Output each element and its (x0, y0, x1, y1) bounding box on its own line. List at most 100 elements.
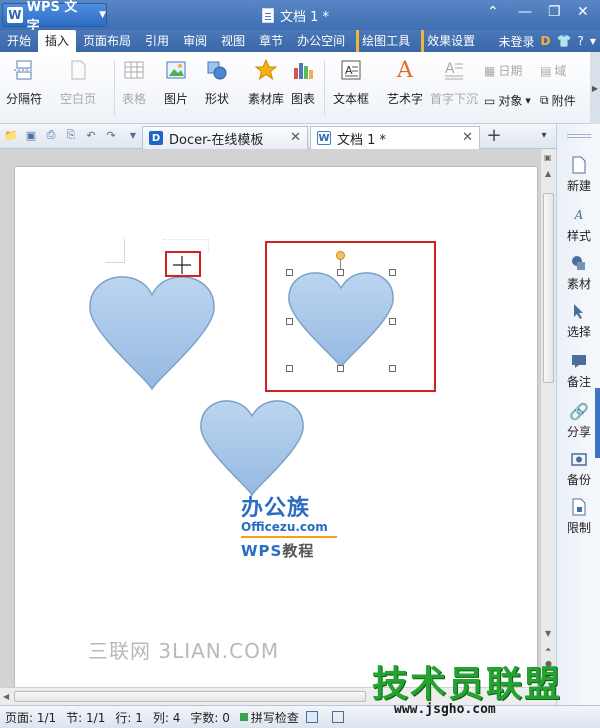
date-button[interactable]: ▦ 日期 (484, 62, 522, 79)
sidebar-item-styles[interactable]: A 样式 (557, 206, 600, 244)
picture-icon (164, 58, 188, 82)
sidebar-item-materials[interactable]: 素材 (557, 254, 600, 292)
print-icon[interactable]: ⎙ (44, 128, 58, 142)
resize-handle-ne[interactable] (389, 269, 396, 276)
sidebar-collapse-tab[interactable] (595, 388, 600, 458)
chevron-down-icon[interactable]: ▼ (590, 37, 596, 46)
menu-page-layout[interactable]: 页面布局 (76, 30, 138, 52)
attachment-button[interactable]: ⧉ 附件 (540, 92, 576, 109)
object-button[interactable]: ▭ 对象 ▼ (484, 92, 531, 109)
svg-text:A: A (345, 64, 353, 77)
print-preview-icon[interactable]: ⎘ (64, 128, 78, 142)
vertical-scroll-thumb[interactable] (543, 193, 554, 383)
blank-page-button[interactable]: 空白页 (60, 58, 96, 107)
calendar-icon: ▦ (484, 63, 496, 78)
sidebar-item-restrict[interactable]: 限制 (557, 498, 600, 536)
resize-handle-sw[interactable] (286, 365, 293, 372)
tab-document-1[interactable]: W 文档 1 * ✕ (310, 126, 480, 149)
login-link[interactable]: 未登录 (499, 33, 535, 50)
heart-shape-1[interactable] (87, 275, 217, 391)
resize-handle-nw[interactable] (286, 269, 293, 276)
restore-button[interactable]: ❐ (548, 4, 561, 20)
menu-review[interactable]: 审阅 (176, 30, 214, 52)
resize-handle-w[interactable] (286, 318, 293, 325)
field-button[interactable]: ▤ 域 (540, 62, 566, 79)
collapse-ribbon-button[interactable]: ⌃ (487, 4, 499, 20)
scroll-down-icon[interactable]: ▼ (545, 629, 551, 638)
material-library-button[interactable]: 素材库 (248, 58, 284, 107)
menu-insert[interactable]: 插入 (38, 30, 77, 52)
shirt-icon[interactable]: 👕 (557, 34, 572, 48)
scroll-up-icon[interactable]: ▲ (545, 169, 551, 178)
page-nav-icon[interactable]: ▣ (544, 153, 552, 162)
ribbon-scroll-right-button[interactable]: ▶ (590, 52, 600, 124)
table-button[interactable]: 表格 (122, 58, 146, 107)
shape-button[interactable]: 形状 (205, 58, 229, 107)
tab-list-icon[interactable]: ▾ (537, 128, 551, 142)
sidebar-grip[interactable] (567, 134, 591, 135)
officezu-watermark: 办公族 Officezu.com WPS教程 (241, 490, 337, 561)
new-tab-icon[interactable]: + (486, 125, 501, 146)
close-icon[interactable]: ✕ (290, 130, 301, 145)
menu-references[interactable]: 引用 (138, 30, 176, 52)
word-art-button[interactable]: A 艺术字 (387, 58, 423, 107)
help-icon[interactable]: ? (577, 34, 583, 48)
document-tab-bar: 📁 ▣ ⎙ ⎘ ↶ ↷ ▼ D Docer-在线模板 ✕ W 文档 1 * ✕ … (0, 124, 556, 149)
sidebar-item-backup[interactable]: 备份 (557, 450, 600, 488)
sidebar-label: 分享 (566, 425, 591, 439)
text-box-button[interactable]: A 文本框 (333, 58, 369, 107)
open-folder-icon[interactable]: 📁 (4, 128, 18, 142)
minimize-button[interactable]: — (518, 4, 532, 20)
redo-icon[interactable]: ↷ (104, 128, 118, 142)
document-page[interactable] (15, 167, 537, 687)
menu-home[interactable]: 开始 (0, 30, 38, 52)
status-page[interactable]: 页面: 1/1 (0, 709, 61, 726)
sidebar-item-select[interactable]: 选择 (557, 302, 600, 340)
table-icon (122, 58, 146, 82)
previous-page-icon[interactable]: ⏶ (545, 645, 551, 655)
sidebar-item-notes[interactable]: 备注 (557, 352, 600, 390)
sidebar-label: 备份 (566, 473, 591, 487)
heart-shape-selected[interactable] (287, 271, 395, 369)
document-title: 文档 1 * (280, 10, 330, 25)
vertical-scrollbar[interactable]: ▣ ▲ ▼ ⏶ ● ⏷ (540, 149, 556, 687)
resize-handle-n[interactable] (337, 269, 344, 276)
page-break-button[interactable]: 分隔符 (6, 58, 42, 107)
field-label: 域 (554, 64, 567, 78)
resize-handle-e[interactable] (389, 318, 396, 325)
close-icon[interactable]: ✕ (462, 130, 473, 145)
app-menu-button[interactable]: W WPS 文字 ▼ (2, 0, 107, 34)
sidebar-item-new[interactable]: 新建 (557, 156, 600, 194)
resize-handle-se[interactable] (389, 365, 396, 372)
sidebar-label: 备注 (566, 375, 591, 389)
status-word-count[interactable]: 字数: 0 (185, 709, 235, 726)
outline-view-icon[interactable] (332, 711, 344, 723)
resize-handle-s[interactable] (337, 365, 344, 372)
sidebar-label: 新建 (566, 179, 591, 193)
wps-tutorial-label: WPS教程 (241, 540, 337, 561)
save-icon[interactable]: ▣ (24, 128, 38, 142)
rotation-handle[interactable] (336, 251, 345, 260)
chevron-down-icon[interactable]: ▼ (126, 128, 140, 142)
menu-office-space[interactable]: 办公空间 (290, 30, 352, 52)
document-icon (262, 8, 274, 23)
menu-view[interactable]: 视图 (214, 30, 252, 52)
spell-check-label: 拼写检查 (250, 710, 299, 725)
sidebar-item-share[interactable]: 🔗 分享 (557, 402, 600, 440)
spell-check-toggle[interactable]: 拼写检查 (235, 709, 304, 726)
menu-drawing-tools[interactable]: 绘图工具 (356, 30, 417, 52)
undo-icon[interactable]: ↶ (84, 128, 98, 142)
skin-icon[interactable]: D (541, 34, 551, 48)
scroll-left-icon[interactable]: ◀ (3, 692, 9, 701)
menu-effect-settings[interactable]: 效果设置 (421, 30, 482, 52)
drop-cap-button[interactable]: A 首字下沉 (430, 58, 478, 107)
picture-button[interactable]: 图片 (164, 58, 188, 107)
table-label: 表格 (122, 92, 147, 106)
menu-chapter[interactable]: 章节 (252, 30, 290, 52)
heart-shape-3[interactable] (199, 399, 305, 497)
tab-docer-templates[interactable]: D Docer-在线模板 ✕ (142, 126, 308, 149)
close-button[interactable]: ✕ (577, 4, 589, 20)
chart-button[interactable]: 图表 (291, 58, 315, 107)
horizontal-scroll-thumb[interactable] (14, 691, 366, 702)
page-view-icon[interactable] (306, 711, 318, 723)
